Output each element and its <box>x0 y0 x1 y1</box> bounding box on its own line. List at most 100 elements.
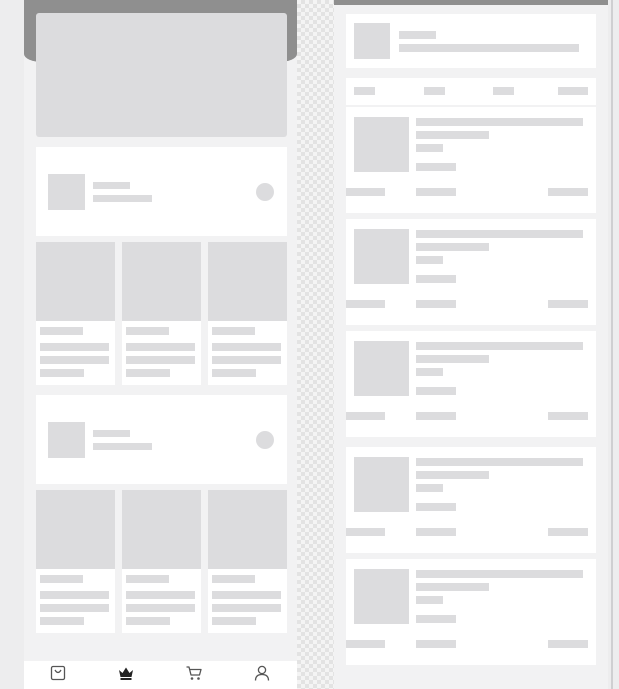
brand-name <box>93 182 130 189</box>
brand-subtitle <box>93 195 152 202</box>
product-image <box>36 242 115 321</box>
tab-profile[interactable] <box>228 661 296 689</box>
right-edge-bar <box>611 0 613 689</box>
item-action[interactable] <box>548 412 588 420</box>
crown-icon <box>119 667 133 680</box>
product-line <box>212 604 281 612</box>
brand-subtitle <box>93 443 152 450</box>
item-meta <box>346 528 385 536</box>
brand-action-button[interactable] <box>256 431 274 449</box>
product-title <box>212 575 255 583</box>
list-item[interactable] <box>346 331 596 437</box>
product-card[interactable] <box>36 490 115 633</box>
product-title <box>126 327 169 335</box>
list-item[interactable] <box>346 559 596 665</box>
product-card[interactable] <box>208 490 287 633</box>
brand-card[interactable] <box>36 147 287 236</box>
item-image <box>354 117 409 172</box>
product-line <box>40 356 109 364</box>
bag-icon <box>50 665 66 681</box>
item-price <box>416 163 456 171</box>
item-title <box>416 458 583 466</box>
filter-tab[interactable] <box>493 87 514 95</box>
item-meta <box>346 300 385 308</box>
item-title <box>416 118 583 126</box>
brand-action-button[interactable] <box>256 183 274 201</box>
banner-image[interactable] <box>36 13 287 137</box>
brand-name <box>93 430 130 437</box>
product-image <box>208 242 287 321</box>
filter-tab[interactable] <box>354 87 375 95</box>
product-card[interactable] <box>122 490 201 633</box>
product-line <box>212 343 281 351</box>
item-action[interactable] <box>548 640 588 648</box>
store-header-card[interactable] <box>346 14 596 68</box>
item-meta <box>346 188 385 196</box>
product-image <box>122 242 201 321</box>
item-action[interactable] <box>548 528 588 536</box>
cart-icon <box>186 666 202 680</box>
item-price <box>416 275 456 283</box>
product-line <box>126 604 195 612</box>
item-image <box>354 569 409 624</box>
product-line <box>126 343 195 351</box>
item-meta <box>416 640 456 648</box>
item-subtitle <box>416 583 489 591</box>
item-tag <box>416 368 443 376</box>
item-tag <box>416 484 443 492</box>
product-line <box>212 591 281 599</box>
item-tag <box>416 596 443 604</box>
item-subtitle <box>416 355 489 363</box>
product-line <box>40 591 109 599</box>
product-title <box>40 327 83 335</box>
brand-card[interactable] <box>36 395 287 484</box>
item-subtitle <box>416 243 489 251</box>
status-bar <box>334 0 608 5</box>
item-meta <box>346 640 385 648</box>
item-meta <box>416 528 456 536</box>
item-meta <box>416 188 456 196</box>
product-price <box>126 369 170 377</box>
item-price <box>416 615 456 623</box>
list-item[interactable] <box>346 447 596 553</box>
item-action[interactable] <box>548 300 588 308</box>
product-image <box>36 490 115 569</box>
tab-cart[interactable] <box>160 661 228 689</box>
product-card[interactable] <box>36 242 115 385</box>
product-price <box>212 369 256 377</box>
user-icon <box>254 665 270 681</box>
product-title <box>40 575 83 583</box>
product-price <box>40 369 84 377</box>
item-tag <box>416 256 443 264</box>
bottom-tab-bar <box>24 661 297 689</box>
item-title <box>416 230 583 238</box>
item-action[interactable] <box>548 188 588 196</box>
tab-shop[interactable] <box>24 661 92 689</box>
brand-logo <box>48 174 85 210</box>
filter-tab-bar <box>346 78 596 105</box>
store-subtitle <box>399 44 579 52</box>
list-item[interactable] <box>346 107 596 213</box>
store-logo <box>354 23 390 59</box>
store-name <box>399 31 436 39</box>
product-line <box>126 591 195 599</box>
brand-logo <box>48 422 85 458</box>
product-price <box>212 617 256 625</box>
product-line <box>40 604 109 612</box>
list-item[interactable] <box>346 219 596 325</box>
filter-tab[interactable] <box>558 87 588 95</box>
filter-tab[interactable] <box>424 87 445 95</box>
item-tag <box>416 144 443 152</box>
product-line <box>40 343 109 351</box>
product-card[interactable] <box>208 242 287 385</box>
tab-brands[interactable] <box>92 661 160 689</box>
product-price <box>126 617 170 625</box>
product-card[interactable] <box>122 242 201 385</box>
item-subtitle <box>416 131 489 139</box>
item-image <box>354 341 409 396</box>
item-price <box>416 503 456 511</box>
item-meta <box>416 300 456 308</box>
item-title <box>416 342 583 350</box>
item-meta <box>346 412 385 420</box>
product-line <box>212 356 281 364</box>
